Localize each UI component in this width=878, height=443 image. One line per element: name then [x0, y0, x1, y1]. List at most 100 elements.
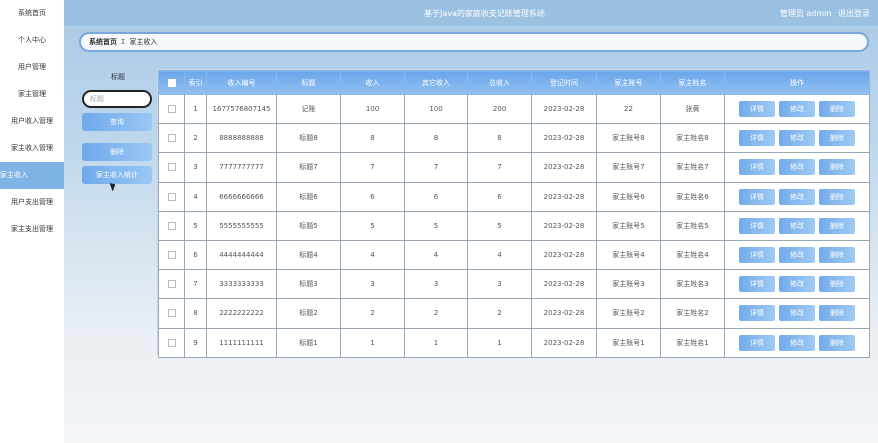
row-checkbox[interactable] — [167, 163, 176, 172]
delete-button[interactable]: 删除 — [819, 305, 855, 322]
detail-button[interactable]: 详情 — [739, 217, 775, 234]
row-checkbox[interactable] — [167, 221, 176, 230]
sidebar-item-users[interactable]: 用户管理 — [0, 54, 64, 81]
select-all-checkbox[interactable] — [158, 70, 185, 95]
table-row: 1 1677576807145 记账 100 100 200 2023-02-28 22 张黄详… — [158, 93, 870, 125]
cell-income: 8 — [340, 123, 405, 154]
batch-delete-button[interactable]: 删除 — [82, 143, 152, 161]
table-row: 3 7777777777 标题7 7 7 7 2023-02-28 家主账号7 家主姓名7 详情修… — [158, 152, 870, 183]
cell-householder-account: 22 — [596, 93, 661, 125]
row-checkbox[interactable] — [167, 338, 176, 347]
cell-householder-account: 家主账号5 — [596, 210, 661, 241]
cell-income: 100 — [340, 93, 405, 125]
row-checkbox-cell[interactable] — [158, 210, 185, 241]
sidebar-item-home[interactable]: 系统首页 — [0, 0, 64, 27]
delete-button[interactable]: 删除 — [819, 247, 855, 264]
cell-register-time: 2023-02-28 — [531, 327, 597, 358]
edit-button[interactable]: 修改 — [779, 159, 815, 176]
cell-income-code: 2222222222 — [206, 298, 277, 329]
cell-householder-account: 家主账号6 — [596, 181, 661, 212]
col-other-income: 其它收入 — [404, 70, 468, 95]
cell-title: 记账 — [276, 93, 341, 125]
edit-button[interactable]: 修改 — [779, 101, 815, 118]
delete-button[interactable]: 删除 — [819, 159, 855, 176]
sidebar-item-householders[interactable]: 家主管理 — [0, 81, 64, 108]
row-actions: 详情 修改 删除 — [724, 298, 870, 329]
cell-householder-name: 家主姓名5 — [660, 210, 725, 241]
row-checkbox[interactable] — [167, 192, 176, 201]
delete-button[interactable]: 删除 — [819, 334, 855, 351]
cell-index: 8 — [184, 298, 207, 329]
detail-button[interactable]: 详情 — [739, 305, 775, 322]
row-checkbox[interactable] — [167, 105, 176, 114]
detail-button[interactable]: 详情 — [739, 101, 775, 118]
cell-index: 1 — [184, 93, 207, 125]
breadcrumb-home[interactable]: 系统首页 — [89, 38, 117, 46]
income-stats-button[interactable]: 家主收入统计 — [82, 166, 152, 184]
detail-button[interactable]: 详情 — [739, 334, 775, 351]
row-actions: 详情 修改 删除 — [724, 152, 870, 183]
edit-button[interactable]: 修改 — [779, 247, 815, 264]
edit-button[interactable]: 修改 — [779, 334, 815, 351]
row-checkbox[interactable] — [167, 251, 176, 260]
cell-householder-name: 家主姓名7 — [660, 152, 725, 183]
edit-button[interactable]: 修改 — [779, 217, 815, 234]
row-checkbox-cell[interactable] — [158, 181, 185, 212]
income-table: 索引 收入编号 标题 收入 其它收入 总收入 登记时间 家主账号 家主姓名 操作… — [158, 70, 870, 358]
delete-button[interactable]: 删除 — [819, 130, 855, 147]
sidebar-item-householder-income[interactable]: 家主收入 — [0, 162, 64, 189]
cell-index: 4 — [184, 181, 207, 212]
cell-income-code: 3333333333 — [206, 269, 277, 300]
cell-total-income: 1 — [467, 327, 532, 358]
cell-total-income: 200 — [467, 93, 532, 125]
delete-button[interactable]: 删除 — [819, 101, 855, 118]
cell-total-income: 6 — [467, 181, 532, 212]
cell-other-income: 100 — [404, 93, 468, 125]
row-checkbox-cell[interactable] — [158, 239, 185, 271]
cell-income-code: 7777777777 — [206, 152, 277, 183]
query-button[interactable]: 查询 — [82, 113, 152, 131]
cell-index: 3 — [184, 152, 207, 183]
sidebar-item-householder-income-mgmt[interactable]: 家主收入管理 — [0, 135, 64, 162]
sidebar-item-profile[interactable]: 个人中心 — [0, 27, 64, 54]
detail-button[interactable]: 详情 — [739, 159, 775, 176]
cell-income-code: 6666666666 — [206, 181, 277, 212]
cell-index: 9 — [184, 327, 207, 358]
detail-button[interactable]: 详情 — [739, 130, 775, 147]
detail-button[interactable]: 详情 — [739, 188, 775, 205]
row-checkbox-cell[interactable] — [158, 123, 185, 154]
row-checkbox[interactable] — [167, 280, 176, 289]
edit-button[interactable]: 修改 — [779, 305, 815, 322]
edit-button[interactable]: 修改 — [779, 276, 815, 293]
row-checkbox-cell[interactable] — [158, 93, 185, 125]
delete-button[interactable]: 删除 — [819, 217, 855, 234]
edit-button[interactable]: 修改 — [779, 188, 815, 205]
title-search-input[interactable] — [82, 90, 152, 108]
table-row: 6 4444444444 标题4 4 4 4 2023-02-28 家主账号4 家主姓名4 详情修… — [158, 239, 870, 271]
detail-button[interactable]: 详情 — [739, 276, 775, 293]
edit-button[interactable]: 修改 — [779, 130, 815, 147]
sidebar-item-user-income[interactable]: 用户收入管理 — [0, 108, 64, 135]
cell-income: 6 — [340, 181, 405, 212]
search-panel: 标题 查询 删除 家主收入统计 — [82, 72, 154, 184]
checkbox-icon[interactable] — [167, 78, 176, 87]
row-checkbox-cell[interactable] — [158, 269, 185, 300]
row-actions: 详情 修改 删除 — [724, 181, 870, 212]
cell-income-code: 8888888888 — [206, 123, 277, 154]
col-title: 标题 — [276, 70, 341, 95]
sidebar-item-householder-expense[interactable]: 家主支出管理 — [0, 216, 64, 243]
sidebar-item-user-expense[interactable]: 用户支出管理 — [0, 189, 64, 216]
row-checkbox[interactable] — [167, 134, 176, 143]
row-checkbox-cell[interactable] — [158, 152, 185, 183]
delete-button[interactable]: 删除 — [819, 276, 855, 293]
row-checkbox-cell[interactable] — [158, 327, 185, 358]
row-checkbox[interactable] — [167, 309, 176, 318]
logout-link[interactable]: 退出登录 — [838, 9, 870, 18]
cell-income: 5 — [340, 210, 405, 241]
col-householder-name: 家主姓名 — [660, 70, 725, 95]
cell-income: 4 — [340, 239, 405, 271]
cell-householder-account: 家主账号1 — [596, 327, 661, 358]
detail-button[interactable]: 详情 — [739, 247, 775, 264]
delete-button[interactable]: 删除 — [819, 188, 855, 205]
row-checkbox-cell[interactable] — [158, 298, 185, 329]
